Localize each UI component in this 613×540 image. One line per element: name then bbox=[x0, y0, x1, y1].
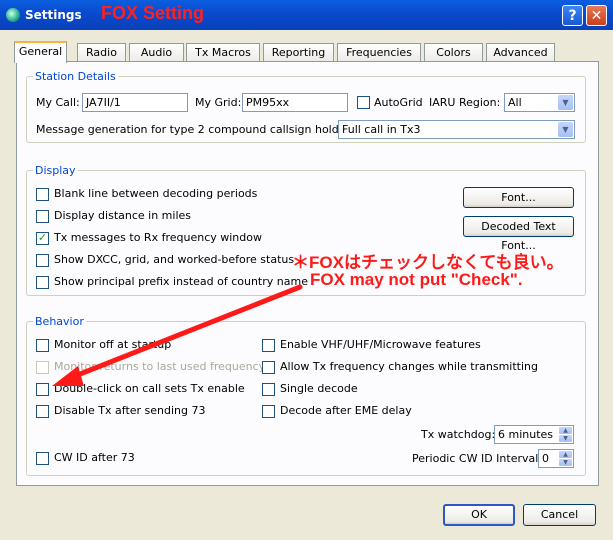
tab-general[interactable]: General bbox=[14, 41, 67, 63]
annotation-arrow bbox=[52, 284, 303, 386]
ok-button[interactable]: OK bbox=[443, 504, 515, 526]
cancel-button[interactable]: Cancel bbox=[523, 504, 596, 526]
